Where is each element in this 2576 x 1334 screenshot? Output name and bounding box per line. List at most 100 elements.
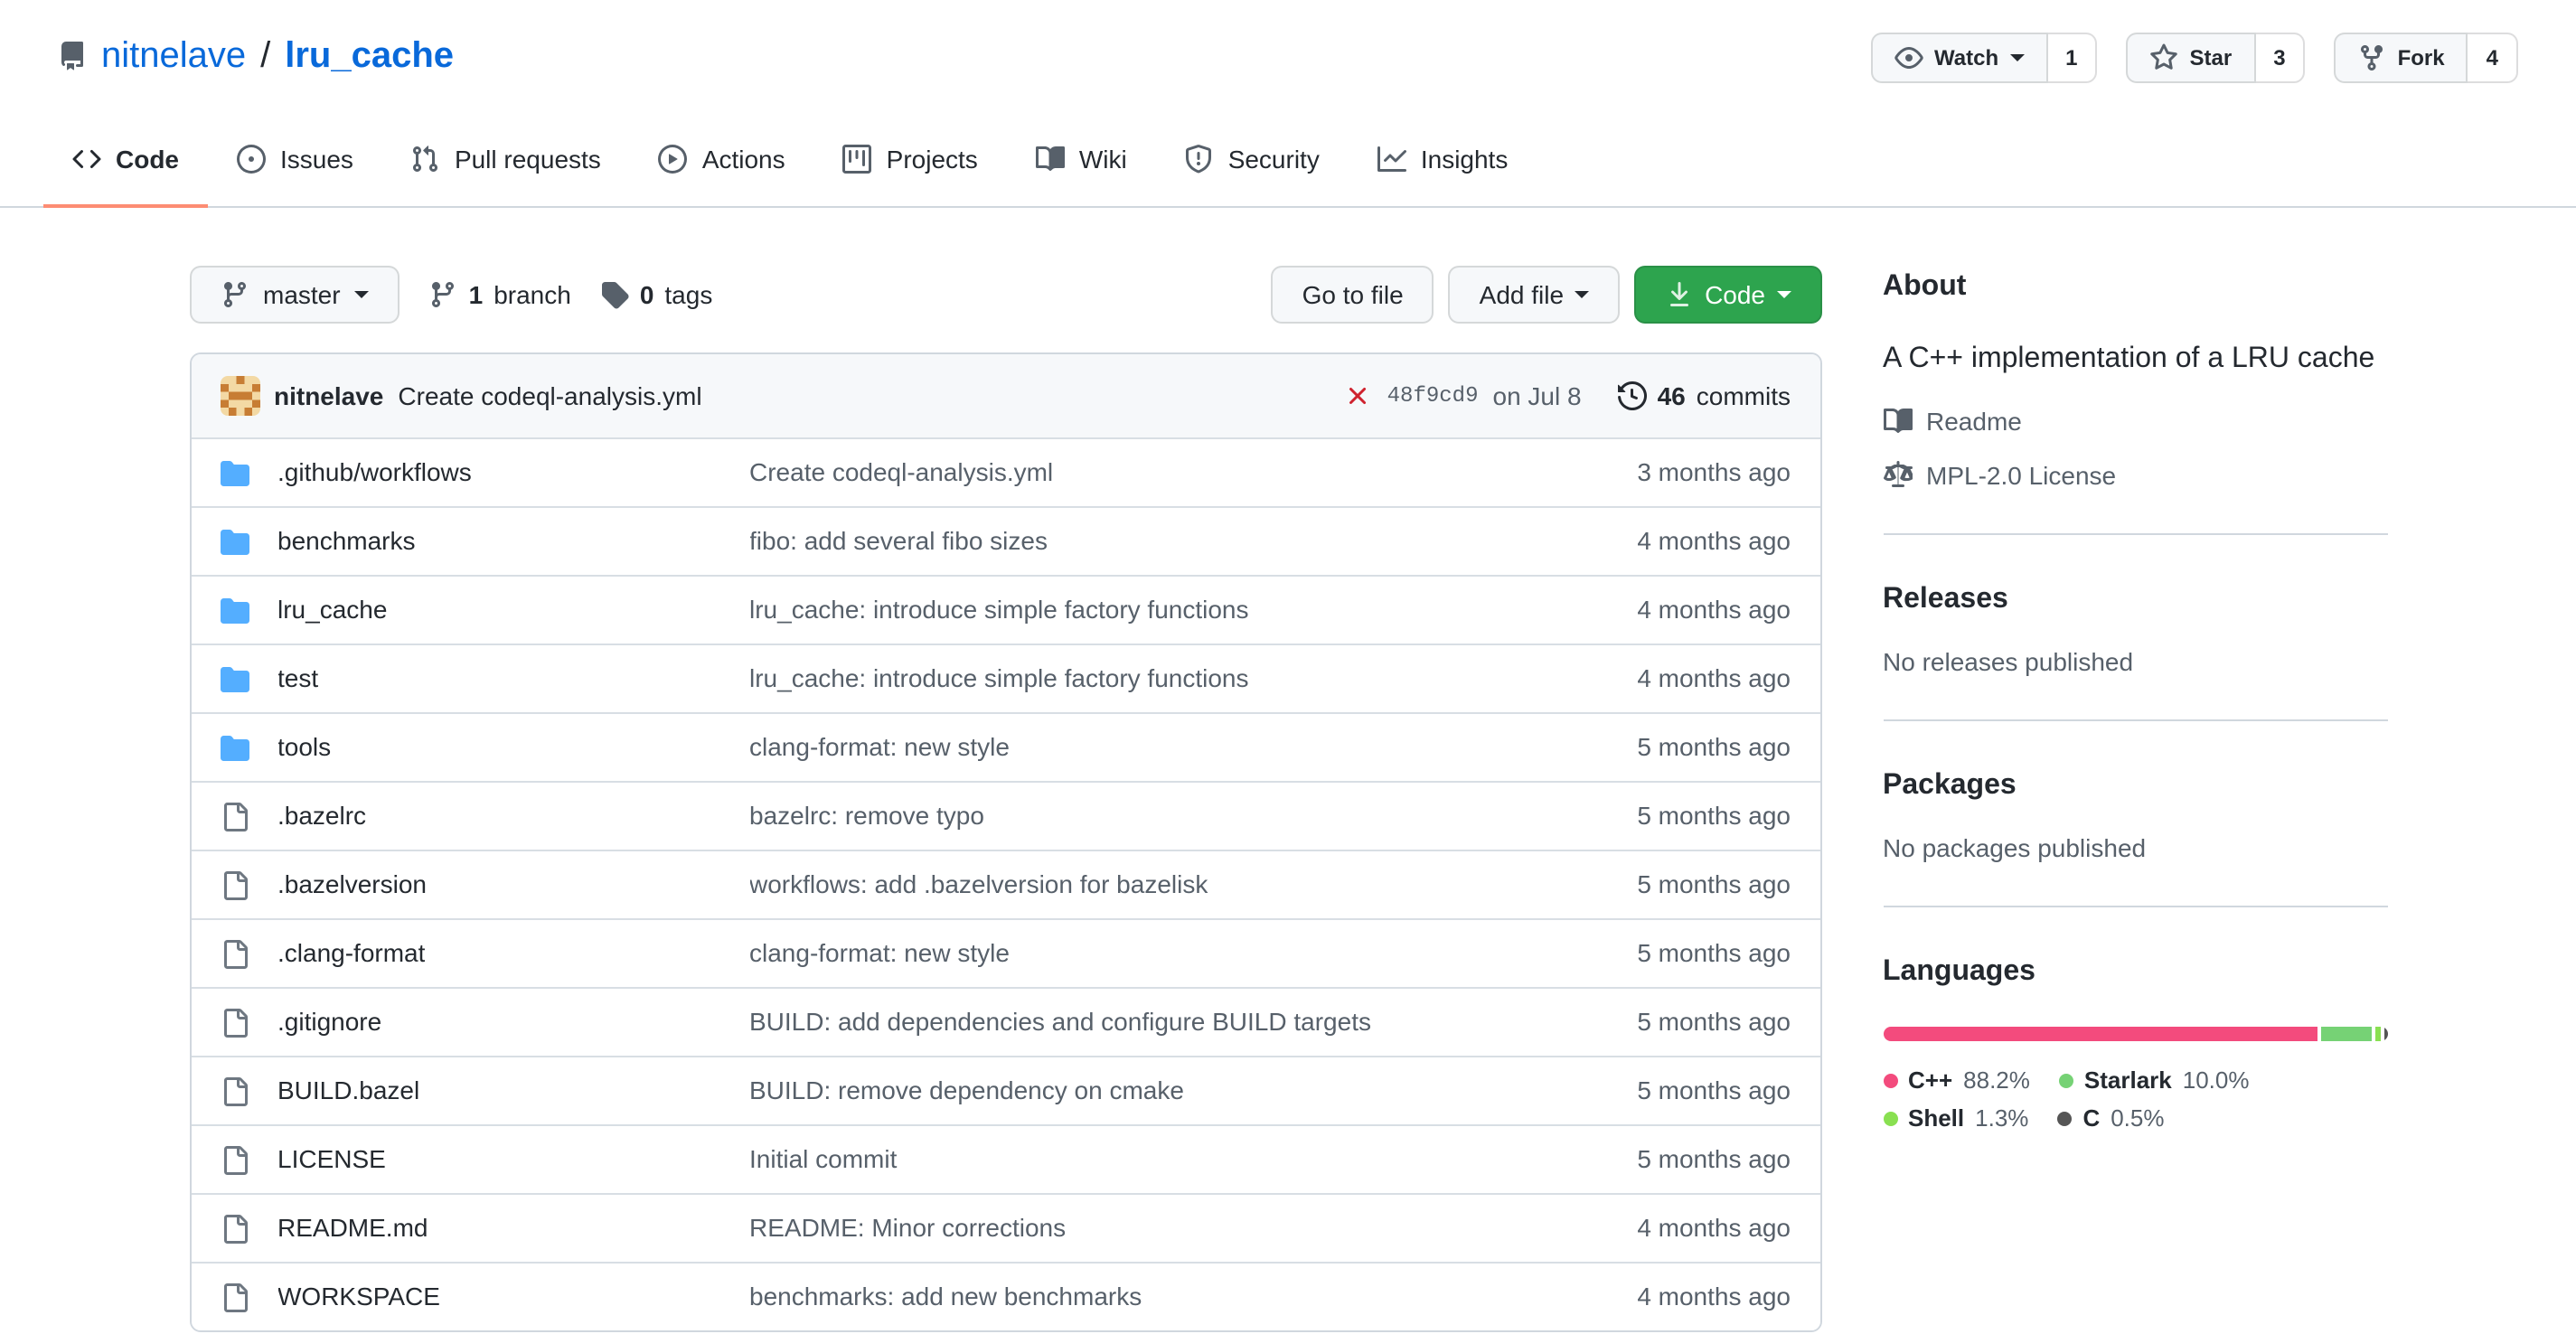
readme-link[interactable]: Readme xyxy=(1883,407,2387,436)
license-link[interactable]: MPL-2.0 License xyxy=(1883,461,2387,490)
row-commit-message-link[interactable]: fibo: add several fibo sizes xyxy=(749,526,1048,555)
watch-button[interactable]: Watch xyxy=(1871,33,2047,83)
file-name-link[interactable]: BUILD.bazel xyxy=(277,1072,419,1110)
row-commit-message-link[interactable]: bazelrc: remove typo xyxy=(749,801,984,830)
sidebar: About A C++ implementation of a LRU cach… xyxy=(1883,266,2387,1332)
repo-owner-link[interactable]: nitnelave xyxy=(101,29,246,83)
tags-link[interactable]: 0 tags xyxy=(600,280,713,309)
star-count[interactable]: 3 xyxy=(2255,33,2305,83)
language-bar xyxy=(1883,1027,2387,1041)
table-row: BUILD.bazel BUILD: remove dependency on … xyxy=(191,1056,1819,1124)
row-commit-message-link[interactable]: BUILD: remove dependency on cmake xyxy=(749,1076,1184,1104)
branches-link[interactable]: 1 branch xyxy=(429,280,571,309)
tab-projects[interactable]: Projects xyxy=(814,114,1007,208)
file-name-link[interactable]: .gitignore xyxy=(277,1003,381,1041)
row-commit-date: 5 months ago xyxy=(1537,1003,1791,1041)
file-name-link[interactable]: .bazelversion xyxy=(277,866,427,904)
row-commit-message-link[interactable]: README: Minor corrections xyxy=(749,1213,1066,1242)
tab-actions[interactable]: Actions xyxy=(630,114,814,208)
row-commit-message-link[interactable]: clang-format: new style xyxy=(749,938,1010,967)
repo-name-link[interactable]: lru_cache xyxy=(285,29,454,83)
row-commit-message-link[interactable]: workflows: add .bazelversion for bazelis… xyxy=(749,869,1208,898)
language-segment xyxy=(1883,1027,2318,1041)
watch-count[interactable]: 1 xyxy=(2047,33,2097,83)
fork-label: Fork xyxy=(2398,45,2445,70)
tab-issues[interactable]: Issues xyxy=(208,114,382,208)
add-file-button[interactable]: Add file xyxy=(1449,266,1620,324)
tab-wiki[interactable]: Wiki xyxy=(1007,114,1156,208)
repo-header: nitnelave / lru_cache Watch 1 xyxy=(0,0,2576,83)
latest-commit-bar: nitnelave Create codeql-analysis.yml 48f… xyxy=(191,354,1819,437)
commit-date: on Jul 8 xyxy=(1493,381,1582,410)
file-icon xyxy=(220,870,249,899)
table-row: .bazelrc bazelrc: remove typo 5 months a… xyxy=(191,781,1819,850)
file-name-link[interactable]: LICENSE xyxy=(277,1141,386,1179)
file-name-link[interactable]: .bazelrc xyxy=(277,797,366,835)
file-navigation-toolbar: master 1 branch 0 tags Go to file Add xyxy=(189,266,1821,324)
packages-title: Packages xyxy=(1883,765,2387,808)
row-commit-message-link[interactable]: lru_cache: introduce simple factory func… xyxy=(749,595,1249,624)
commit-history-link[interactable]: 46 commits xyxy=(1618,381,1791,410)
tab-label: Actions xyxy=(702,145,785,174)
language-name: Starlark xyxy=(2084,1066,2172,1094)
language-legend-item[interactable]: C++ 88.2% xyxy=(1883,1066,2030,1094)
row-commit-message-link[interactable]: clang-format: new style xyxy=(749,732,1010,761)
tab-label: Projects xyxy=(887,145,978,174)
row-commit-message-link[interactable]: benchmarks: add new benchmarks xyxy=(749,1282,1142,1311)
file-name-link[interactable]: .github/workflows xyxy=(277,454,472,492)
row-commit-date: 4 months ago xyxy=(1537,522,1791,560)
fork-count[interactable]: 4 xyxy=(2468,33,2518,83)
branch-select-button[interactable]: master xyxy=(189,266,400,324)
tab-label: Wiki xyxy=(1079,145,1127,174)
code-icon xyxy=(72,145,101,174)
file-name-link[interactable]: test xyxy=(277,660,318,698)
file-name-link[interactable]: WORKSPACE xyxy=(277,1278,440,1316)
about-section: About A C++ implementation of a LRU cach… xyxy=(1883,266,2387,533)
star-icon xyxy=(2150,43,2179,72)
language-legend-item[interactable]: C 0.5% xyxy=(2057,1104,2164,1132)
language-legend-item[interactable]: Shell 1.3% xyxy=(1883,1104,2028,1132)
star-button[interactable]: Star xyxy=(2127,33,2256,83)
tag-icon xyxy=(600,280,629,309)
row-commit-message-link[interactable]: lru_cache: introduce simple factory func… xyxy=(749,663,1249,692)
table-row: tools clang-format: new style 5 months a… xyxy=(191,712,1819,781)
file-name-link[interactable]: .clang-format xyxy=(277,935,425,972)
tab-security[interactable]: Security xyxy=(1156,114,1349,208)
x-failed-check-icon[interactable] xyxy=(1344,381,1373,410)
git-branch-icon xyxy=(429,280,458,309)
repo-icon xyxy=(58,42,87,70)
row-commit-message-link[interactable]: Initial commit xyxy=(749,1144,897,1173)
file-name-link[interactable]: README.md xyxy=(277,1209,428,1247)
tab-pull-requests[interactable]: Pull requests xyxy=(382,114,630,208)
language-name: C xyxy=(2082,1104,2100,1132)
row-commit-date: 4 months ago xyxy=(1537,1209,1791,1247)
language-legend-item[interactable]: Starlark 10.0% xyxy=(2059,1066,2250,1094)
language-dot-icon xyxy=(2059,1073,2073,1087)
commit-sha-link[interactable]: 48f9cd9 xyxy=(1387,383,1479,409)
fork-button[interactable]: Fork xyxy=(2335,33,2468,83)
tab-code[interactable]: Code xyxy=(43,114,208,208)
shield-icon xyxy=(1185,145,1214,174)
repo-forked-icon xyxy=(2358,43,2387,72)
star-label: Star xyxy=(2190,45,2233,70)
tab-insights[interactable]: Insights xyxy=(1349,114,1537,208)
avatar[interactable] xyxy=(220,376,259,416)
commit-author-link[interactable]: nitnelave xyxy=(274,381,383,410)
packages-empty-text: No packages published xyxy=(1883,833,2387,862)
fork-group: Fork 4 xyxy=(2335,33,2518,83)
row-commit-message-link[interactable]: BUILD: add dependencies and configure BU… xyxy=(749,1007,1371,1036)
releases-title: Releases xyxy=(1883,578,2387,622)
releases-section: Releases No releases published xyxy=(1883,533,2387,719)
language-segment xyxy=(2374,1027,2381,1041)
github-repo-page: nitnelave / lru_cache Watch 1 xyxy=(0,0,2576,1334)
language-dot-icon xyxy=(2057,1111,2072,1125)
code-download-button[interactable]: Code xyxy=(1634,266,1821,324)
row-commit-date: 5 months ago xyxy=(1537,1072,1791,1110)
commit-message-link[interactable]: Create codeql-analysis.yml xyxy=(398,381,701,410)
file-name-link[interactable]: benchmarks xyxy=(277,522,416,560)
file-name-link[interactable]: lru_cache xyxy=(277,591,387,629)
row-commit-message-link[interactable]: Create codeql-analysis.yml xyxy=(749,457,1053,486)
file-name-link[interactable]: tools xyxy=(277,728,331,766)
eye-icon xyxy=(1894,43,1923,72)
go-to-file-button[interactable]: Go to file xyxy=(1272,266,1434,324)
